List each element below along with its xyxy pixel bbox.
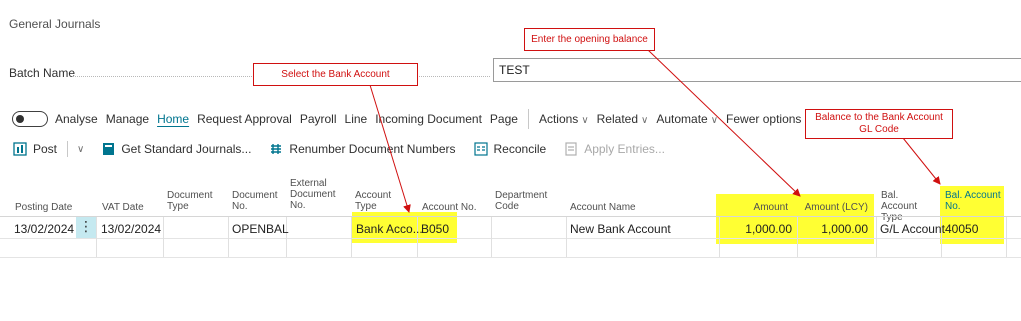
apply-entries-label: Apply Entries... (584, 142, 665, 156)
header-bal-account-type[interactable]: Bal. Account Type (881, 190, 936, 223)
header-document-type[interactable]: Document Type (167, 190, 222, 212)
menu-actions-label: Actions (538, 112, 579, 126)
cell-amount-lcy[interactable]: 1,000.00 (804, 222, 868, 236)
batch-name-input[interactable]: TEST (493, 58, 1021, 82)
renumber-icon (271, 144, 282, 154)
column-divider (163, 217, 164, 257)
analyse-toggle[interactable] (12, 111, 48, 127)
post-label: Post (33, 142, 58, 156)
apply-entries-icon (565, 142, 577, 156)
cell-bal-account-no[interactable]: 40050 (945, 222, 978, 236)
header-divider (0, 216, 1021, 217)
header-vat-date[interactable]: VAT Date (102, 202, 144, 213)
action-bar: Analyse Manage Home Request Approval Pay… (12, 109, 809, 129)
menu-divider (527, 109, 529, 129)
chevron-down-icon[interactable]: ∨ (77, 144, 84, 155)
column-divider (566, 217, 567, 257)
menu-request-approval[interactable]: Request Approval (197, 112, 292, 126)
menu-automate[interactable]: Automate ∨ (656, 112, 718, 126)
header-bal-account-no[interactable]: Bal. Account No. (945, 190, 1005, 212)
header-external-document-no[interactable]: External Document No. (290, 178, 345, 211)
column-divider (491, 217, 492, 257)
batch-name-row: Batch Name TEST (9, 58, 1021, 82)
header-amount-lcy[interactable]: Amount (LCY) (804, 202, 868, 213)
menu-manage[interactable]: Manage (106, 112, 149, 126)
header-account-no[interactable]: Account No. (422, 202, 476, 213)
journal-icon (103, 143, 115, 155)
column-divider (719, 217, 720, 257)
menu-incoming-document[interactable]: Incoming Document (375, 112, 482, 126)
reconcile-icon (473, 142, 488, 156)
header-account-name[interactable]: Account Name (570, 202, 636, 213)
column-divider (96, 217, 97, 257)
menu-automate-label: Automate (656, 112, 708, 126)
row-divider (0, 238, 1021, 239)
renumber-label: Renumber Document Numbers (289, 142, 456, 156)
column-divider (351, 217, 352, 257)
menu-related-label: Related (596, 112, 639, 126)
post-button[interactable]: Post ∨ (13, 141, 84, 157)
callout-select-bank: Select the Bank Account (253, 63, 418, 86)
menu-page[interactable]: Page (490, 112, 518, 126)
header-department-code[interactable]: Department Code (495, 190, 555, 212)
column-divider (797, 217, 798, 257)
menu-fewer-options[interactable]: Fewer options (726, 112, 801, 126)
callout-balance-gl: Balance to the Bank Account GL Code (805, 109, 953, 139)
renumber-button[interactable]: Renumber Document Numbers (269, 142, 456, 156)
header-posting-date[interactable]: Posting Date (15, 202, 72, 213)
row-divider (0, 257, 1021, 258)
annotation-arrows (369, 49, 941, 213)
reconcile-button[interactable]: Reconcile (473, 142, 547, 156)
callout-opening-balance: Enter the opening balance (524, 28, 655, 51)
post-divider (67, 141, 69, 157)
header-account-type[interactable]: Account Type (355, 190, 405, 212)
get-standard-journals-label: Get Standard Journals... (121, 142, 252, 156)
header-amount[interactable]: Amount (752, 202, 788, 213)
batch-name-label: Batch Name (9, 66, 76, 80)
menu-home[interactable]: Home (157, 112, 189, 126)
column-divider (228, 217, 229, 257)
chevron-down-icon: ∨ (641, 115, 649, 126)
reconcile-label: Reconcile (493, 142, 547, 156)
menu-payroll[interactable]: Payroll (300, 112, 337, 126)
cell-bal-account-type[interactable]: G/L Account (880, 222, 945, 236)
cell-account-type[interactable]: Bank Acco... (356, 222, 423, 236)
callout-balance-gl-line1: Balance to the Bank Account (815, 112, 943, 123)
cell-document-no[interactable]: OPENBAL (232, 222, 289, 236)
arrow-balance-gl (902, 137, 941, 185)
chevron-down-icon: ∨ (710, 115, 719, 126)
header-document-no[interactable]: Document No. (232, 190, 282, 212)
cell-account-name[interactable]: New Bank Account (570, 222, 671, 236)
chevron-down-icon: ∨ (581, 115, 589, 126)
column-divider (876, 217, 877, 257)
toolbar: Post ∨ Get Standard Journals... Renumber… (13, 139, 683, 159)
row-actions-menu-icon[interactable]: ⋮ (76, 217, 96, 238)
post-icon (13, 142, 27, 156)
cell-vat-date[interactable]: 13/02/2024 (101, 222, 161, 236)
cell-amount[interactable]: 1,000.00 (730, 222, 792, 236)
page-title: General Journals (9, 17, 101, 31)
apply-entries-button[interactable]: Apply Entries... (564, 142, 665, 156)
column-divider (1006, 217, 1007, 257)
menu-related[interactable]: Related ∨ (597, 112, 649, 126)
get-standard-journals-button[interactable]: Get Standard Journals... (102, 142, 251, 156)
cell-posting-date[interactable]: 13/02/2024 (14, 222, 74, 236)
analyse-label[interactable]: Analyse (55, 112, 98, 126)
callout-balance-gl-line2: GL Code (859, 124, 899, 135)
cell-account-no[interactable]: B050 (421, 222, 449, 236)
menu-line[interactable]: Line (345, 112, 368, 126)
menu-actions[interactable]: Actions ∨ (539, 112, 589, 126)
